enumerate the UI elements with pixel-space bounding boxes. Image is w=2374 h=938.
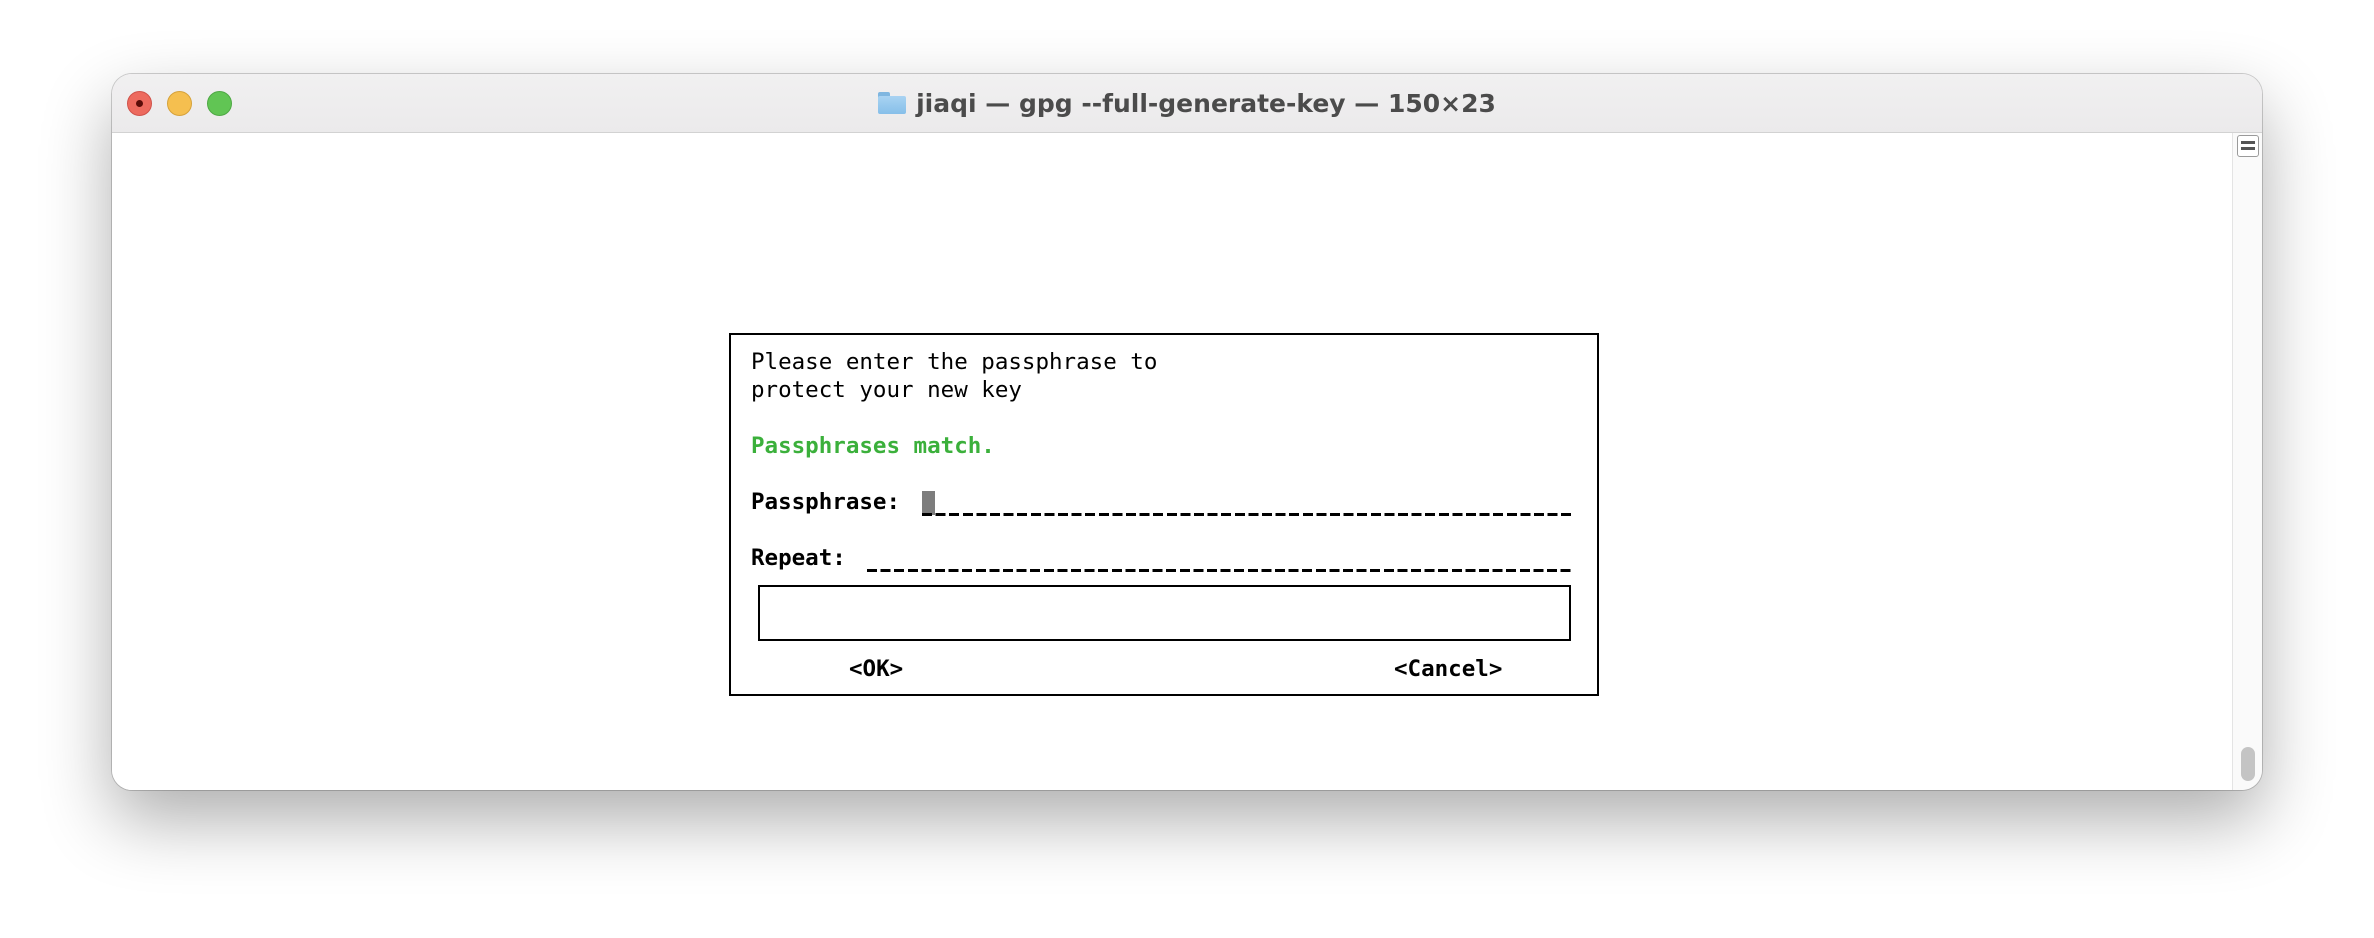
passphrase-dialog: Please enter the passphrase to protect y… (729, 333, 1599, 696)
message-box (758, 585, 1571, 641)
scrollbar[interactable] (2232, 133, 2262, 790)
cancel-button[interactable]: <Cancel> (1394, 655, 1502, 683)
status-message: Passphrases match. (751, 433, 995, 459)
title-bar[interactable]: jiaqi — gpg --full-generate-key — 150×23 (112, 74, 2262, 133)
text-cursor (922, 491, 935, 515)
prompt-line-1: Please enter the passphrase to (751, 349, 1158, 375)
passphrase-input[interactable] (922, 513, 1571, 516)
repeat-input[interactable] (867, 569, 1571, 572)
window-title-text: jiaqi — gpg --full-generate-key — 150×23 (916, 88, 1496, 118)
passphrase-label: Passphrase: (751, 489, 901, 515)
scroll-indicator-icon[interactable] (2237, 135, 2259, 157)
ok-button[interactable]: <OK> (849, 655, 903, 683)
scroll-thumb[interactable] (2241, 747, 2255, 781)
prompt-line-2: protect your new key (751, 377, 1022, 403)
terminal-content[interactable]: Please enter the passphrase to protect y… (112, 133, 2232, 790)
folder-icon (878, 92, 907, 114)
repeat-label: Repeat: (751, 545, 846, 571)
terminal-window: jiaqi — gpg --full-generate-key — 150×23… (112, 74, 2262, 790)
window-title: jiaqi — gpg --full-generate-key — 150×23 (112, 74, 2262, 132)
